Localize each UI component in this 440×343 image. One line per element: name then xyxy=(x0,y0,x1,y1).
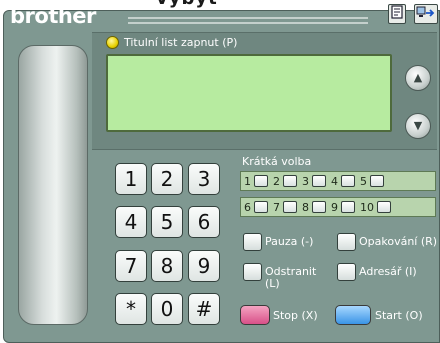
lcd-display xyxy=(106,54,392,132)
redial-button-face[interactable] xyxy=(337,233,356,251)
start-button[interactable] xyxy=(335,305,371,325)
speed-dial-7-label: 7 xyxy=(273,200,280,214)
speed-dial-1-button[interactable] xyxy=(254,175,268,187)
redial-button[interactable]: Opakování (R) xyxy=(337,233,437,251)
speed-dial-title: Krátká volba xyxy=(242,155,312,168)
delete-button[interactable]: Odstranit (L) xyxy=(243,263,316,290)
document-icon-glyph xyxy=(391,5,403,19)
keypad-key-9[interactable]: 9 xyxy=(188,250,220,282)
speed-dial-3[interactable]: 3 xyxy=(302,175,326,188)
scroll-up-button[interactable]: ▲ xyxy=(405,65,431,91)
speed-dial-2-button[interactable] xyxy=(283,175,297,187)
stop-button[interactable] xyxy=(240,305,270,325)
address-book-button-face[interactable] xyxy=(337,263,356,281)
handset[interactable] xyxy=(18,45,88,325)
up-arrow-icon: ▲ xyxy=(413,71,423,84)
computer-arrow-glyph xyxy=(416,6,435,17)
brand-logo: brother xyxy=(10,4,96,28)
keypad-key-2[interactable]: 2 xyxy=(151,163,183,195)
down-arrow-icon: ▼ xyxy=(413,119,423,132)
speed-dial-8-label: 8 xyxy=(302,200,309,214)
speed-dial-7-button[interactable] xyxy=(283,201,297,213)
stop-label: Stop (X) xyxy=(273,309,318,322)
speed-dial-1-label: 1 xyxy=(244,174,251,188)
keypad-key-0[interactable]: 0 xyxy=(151,293,183,325)
speed-dial-10-label: 10 xyxy=(360,200,374,214)
speed-dial-10[interactable]: 10 xyxy=(360,201,391,214)
keypad-key-5[interactable]: 5 xyxy=(151,206,183,238)
keypad-key-6[interactable]: 6 xyxy=(188,206,220,238)
speed-dial-9-button[interactable] xyxy=(341,201,355,213)
keypad-key-8[interactable]: 8 xyxy=(151,250,183,282)
brand-divider xyxy=(128,22,368,24)
speed-dial-4-label: 4 xyxy=(331,174,338,188)
speed-dial-2[interactable]: 2 xyxy=(273,175,297,188)
speed-dial-6-label: 6 xyxy=(244,200,251,214)
speed-dial-3-label: 3 xyxy=(302,174,309,188)
speed-dial-9[interactable]: 9 xyxy=(331,201,355,214)
speed-dial-row-2: 6 7 8 9 10 xyxy=(240,197,436,217)
delete-label: Odstranit (L) xyxy=(265,263,316,290)
speed-dial-8[interactable]: 8 xyxy=(302,201,326,214)
led-indicator-icon xyxy=(106,36,119,49)
start-label: Start (O) xyxy=(375,309,423,322)
cover-page-label: Titulní list zapnut (P) xyxy=(124,36,238,49)
pause-button[interactable]: Pauza (-) xyxy=(243,233,313,251)
speed-dial-4[interactable]: 4 xyxy=(331,175,355,188)
speed-dial-3-button[interactable] xyxy=(312,175,326,187)
keypad-key-1[interactable]: 1 xyxy=(115,163,147,195)
speed-dial-6-button[interactable] xyxy=(254,201,268,213)
keypad-key-hash[interactable]: # xyxy=(188,293,220,325)
keypad-key-4[interactable]: 4 xyxy=(115,206,147,238)
speed-dial-5-label: 5 xyxy=(360,174,367,188)
speed-dial-4-button[interactable] xyxy=(341,175,355,187)
delete-button-face[interactable] xyxy=(243,263,262,281)
computer-arrow-icon[interactable] xyxy=(414,4,438,24)
cover-page-toggle[interactable]: Titulní list zapnut (P) xyxy=(106,36,237,49)
speed-dial-row-1: 1 2 3 4 5 xyxy=(240,171,436,191)
speed-dial-10-button[interactable] xyxy=(377,201,391,213)
keypad-key-7[interactable]: 7 xyxy=(115,250,147,282)
keypad-key-star[interactable]: * xyxy=(115,293,147,325)
redial-label: Opakování (R) xyxy=(359,235,438,248)
pause-label: Pauza (-) xyxy=(265,235,314,248)
caption-fragment: vybyt xyxy=(156,0,286,8)
address-book-label: Adresář (I) xyxy=(359,265,417,278)
address-book-button[interactable]: Adresář (I) xyxy=(337,263,417,281)
speed-dial-6[interactable]: 6 xyxy=(244,201,268,214)
speed-dial-7[interactable]: 7 xyxy=(273,201,297,214)
speed-dial-1[interactable]: 1 xyxy=(244,175,268,188)
keypad-key-3[interactable]: 3 xyxy=(188,163,220,195)
speed-dial-2-label: 2 xyxy=(273,174,280,188)
speed-dial-8-button[interactable] xyxy=(312,201,326,213)
speed-dial-5-button[interactable] xyxy=(370,175,384,187)
brand-divider xyxy=(128,17,368,19)
document-icon[interactable] xyxy=(388,4,406,24)
scroll-down-button[interactable]: ▼ xyxy=(405,113,431,139)
speed-dial-9-label: 9 xyxy=(331,200,338,214)
speed-dial-5[interactable]: 5 xyxy=(360,175,384,188)
delete-label-line2: (L) xyxy=(265,277,280,290)
pause-button-face[interactable] xyxy=(243,233,262,251)
